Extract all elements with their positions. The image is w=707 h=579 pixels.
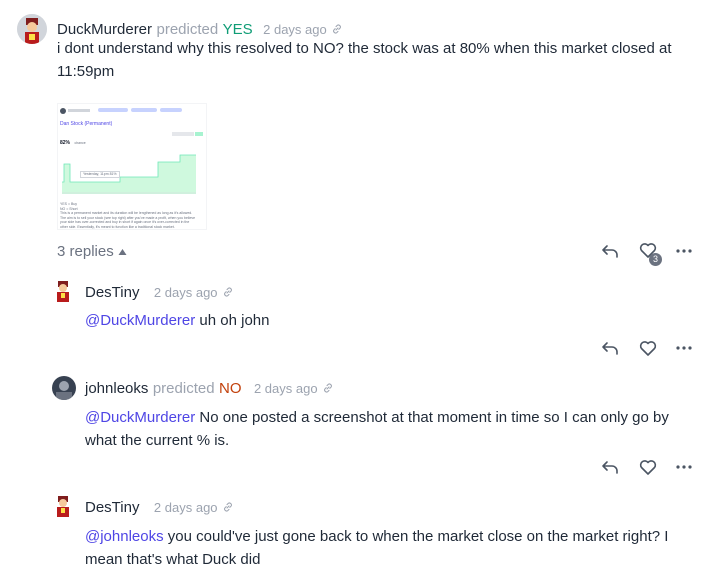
avatar[interactable] xyxy=(55,281,71,303)
caret-up-icon xyxy=(118,249,127,255)
character-avatar-icon xyxy=(57,496,69,517)
username[interactable]: johnleoks xyxy=(85,380,148,397)
user-mention-link[interactable]: @DuckMurderer xyxy=(85,312,195,329)
avatar[interactable] xyxy=(52,376,76,400)
comment-body: @DuckMurderer uh oh john xyxy=(85,309,685,332)
username[interactable]: DesTiny xyxy=(85,499,139,516)
mini-range-active xyxy=(195,132,203,136)
description-line: This is a permanent market and its durat… xyxy=(60,211,193,215)
comment-body: @johnleoks you could've just gone back t… xyxy=(85,525,690,571)
more-dots-icon[interactable] xyxy=(674,457,694,477)
link-icon[interactable] xyxy=(331,23,343,35)
user-photo-avatar-icon xyxy=(52,376,76,400)
timestamp[interactable]: 2 days ago xyxy=(263,22,327,37)
avatar[interactable] xyxy=(55,496,71,518)
reply-arrow-icon[interactable] xyxy=(600,338,620,358)
prediction-badge: YES xyxy=(222,21,253,38)
replies-toggle[interactable]: 3 replies xyxy=(57,243,127,260)
comment-header: DesTiny 2 days ago xyxy=(85,284,234,302)
timestamp[interactable]: 2 days ago xyxy=(154,500,218,515)
username[interactable]: DuckMurderer xyxy=(57,21,152,38)
chart-tooltip: Yesterday, 11pm 81% xyxy=(80,171,120,178)
mini-range-buttons xyxy=(172,132,194,136)
mini-tag xyxy=(98,108,128,112)
like-button[interactable]: 3 xyxy=(638,240,664,266)
market-description: YES = Buy NO = Short This is a permanent… xyxy=(60,202,206,229)
reply-arrow-icon[interactable] xyxy=(600,241,620,261)
timestamp[interactable]: 2 days ago xyxy=(254,381,318,396)
avatar[interactable] xyxy=(17,14,47,44)
comment-text-line: mean that's what Duck did xyxy=(85,551,261,568)
predicted-label: predicted xyxy=(156,21,219,38)
more-dots-icon[interactable] xyxy=(674,338,694,358)
reply-arrow-icon[interactable] xyxy=(600,457,620,477)
comment-header: DesTiny 2 days ago xyxy=(85,499,234,517)
market-title: Dan Stock (Permanent) xyxy=(60,121,113,127)
link-icon[interactable] xyxy=(222,286,234,298)
predicted-label: predicted xyxy=(152,380,215,397)
user-mention-link[interactable]: @johnleoks xyxy=(85,528,164,545)
heart-icon[interactable] xyxy=(638,457,658,477)
comment-text-line: i dont understand why this resolved to N… xyxy=(57,40,672,57)
description-line: other side. Essentially, it's meant to f… xyxy=(60,224,175,229)
replies-count-label: 3 replies xyxy=(57,243,114,260)
screenshot-attachment[interactable]: Dan Stock (Permanent) 82% chance Yesterd… xyxy=(57,103,207,230)
like-count-badge: 3 xyxy=(649,253,662,266)
link-icon[interactable] xyxy=(222,501,234,513)
comment-body: i dont understand why this resolved to N… xyxy=(57,37,697,83)
mini-tag xyxy=(131,108,157,112)
timestamp[interactable]: 2 days ago xyxy=(154,285,218,300)
comment-text-line: uh oh john xyxy=(195,312,270,329)
more-dots-icon[interactable] xyxy=(674,241,694,261)
comment-text-line: 11:59pm xyxy=(57,63,115,80)
comment-text-line: No one posted a screenshot at that momen… xyxy=(195,409,669,426)
character-avatar-icon xyxy=(57,281,69,302)
username[interactable]: DesTiny xyxy=(85,284,139,301)
link-icon[interactable] xyxy=(322,382,334,394)
mini-avatar xyxy=(60,108,66,114)
comment-header: johnleoks predicted NO 2 days ago xyxy=(85,380,334,398)
description-line: your side has over-corrected and buy in … xyxy=(60,220,190,224)
prediction-badge: NO xyxy=(219,380,242,397)
mini-price-chart xyxy=(62,154,196,194)
comment-text-line: what the current % is. xyxy=(85,432,230,449)
comment-body: @DuckMurderer No one posted a screenshot… xyxy=(85,406,690,452)
comment-text-line: you could've just gone back to when the … xyxy=(163,528,669,545)
mini-tag xyxy=(160,108,182,112)
heart-icon[interactable] xyxy=(638,338,658,358)
user-mention-link[interactable]: @DuckMurderer xyxy=(85,409,195,426)
mini-header xyxy=(68,109,90,112)
duck-avatar-icon xyxy=(17,14,47,44)
